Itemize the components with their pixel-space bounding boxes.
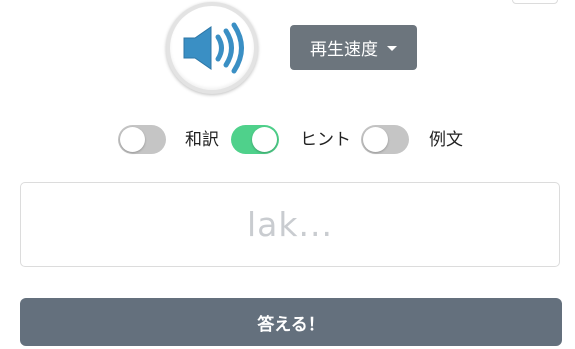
translation-label: 和訳 — [185, 130, 219, 150]
caret-down-icon — [387, 46, 397, 51]
playback-speed-dropdown[interactable]: 再生速度 — [290, 25, 417, 70]
submit-answer-button[interactable]: 答える！ — [20, 298, 562, 346]
example-sentence-label: 例文 — [429, 130, 463, 150]
toggle-knob — [120, 127, 145, 152]
hint-label: ヒント — [300, 130, 351, 150]
hint-toggle[interactable] — [231, 125, 279, 154]
translation-toggle[interactable] — [118, 125, 166, 154]
example-sentence-toggle[interactable] — [361, 125, 409, 154]
speaker-volume-icon — [183, 22, 244, 74]
toggle-knob — [363, 127, 388, 152]
toggle-knob — [252, 127, 277, 152]
play-audio-button[interactable] — [166, 2, 258, 94]
corner-tab — [512, 0, 558, 4]
answer-input[interactable] — [20, 182, 560, 267]
playback-speed-label: 再生速度 — [310, 40, 378, 59]
